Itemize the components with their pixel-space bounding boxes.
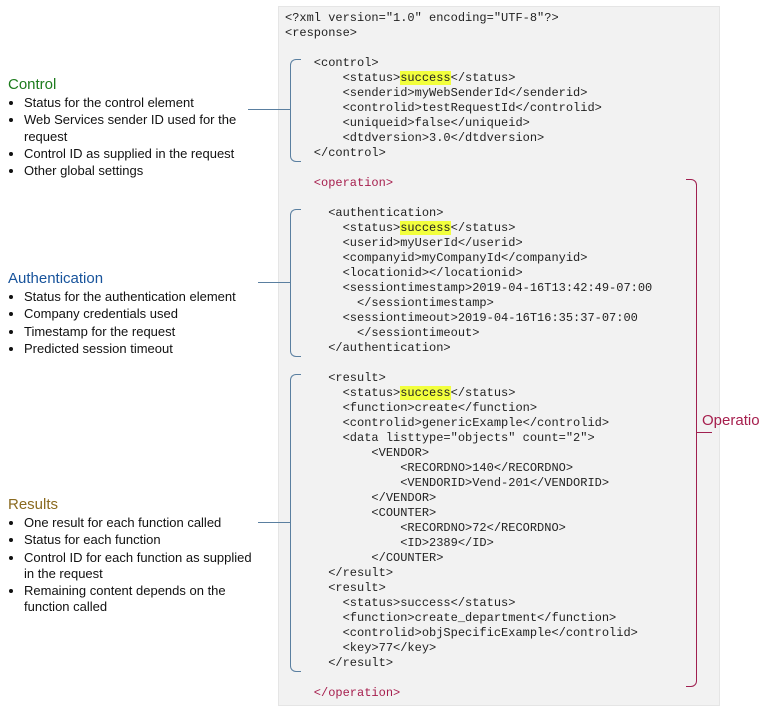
code-line: </status> (451, 71, 516, 85)
annotation-control: Control Status for the control element W… (8, 76, 258, 180)
code-line: <COUNTER> (285, 506, 436, 520)
diagram-stage: Control Status for the control element W… (0, 0, 760, 715)
code-line: <sessiontimeout>2019-04-16T16:35:37-07:0… (285, 311, 638, 325)
operation-label: Operation (702, 412, 760, 429)
code-line: </authentication> (285, 341, 451, 355)
highlight-success: success (400, 386, 450, 400)
annotation-item: Status for each function (24, 532, 258, 548)
highlight-success: success (400, 71, 450, 85)
bracket-results (290, 374, 301, 672)
annotation-item: Other global settings (24, 163, 258, 179)
code-line: <data listtype="objects" count="2"> (285, 431, 595, 445)
annotation-item: Timestamp for the request (24, 324, 258, 340)
annotation-item: Remaining content depends on the functio… (24, 583, 258, 616)
code-line: <status> (285, 71, 400, 85)
bracket-authentication (290, 209, 301, 357)
code-line: </status> (451, 221, 516, 235)
annotation-control-title: Control (8, 76, 258, 93)
code-line: </status> (451, 386, 516, 400)
code-line: </sessiontimestamp> (285, 296, 494, 310)
code-line: </result> (285, 656, 393, 670)
annotation-item: Control ID as supplied in the request (24, 146, 258, 162)
annotation-results-list: One result for each function called Stat… (8, 515, 258, 616)
code-line: </sessiontimeout> (285, 326, 479, 340)
code-line: <VENDORID>Vend-201</VENDORID> (285, 476, 609, 490)
code-line: </COUNTER> (285, 551, 443, 565)
code-line: <sessiontimestamp>2019-04-16T13:42:49-07… (285, 281, 652, 295)
annotation-item: Web Services sender ID used for the requ… (24, 112, 258, 145)
annotation-item: Predicted session timeout (24, 341, 258, 357)
annotation-results: Results One result for each function cal… (8, 496, 258, 617)
code-line: <?xml version="1.0" encoding="UTF-8"?> (285, 11, 559, 25)
code-line: <function>create_department</function> (285, 611, 616, 625)
code-line: <dtdversion>3.0</dtdversion> (285, 131, 544, 145)
code-line: <controlid>testRequestId</controlid> (285, 101, 602, 115)
annotation-item: Status for the control element (24, 95, 258, 111)
annotation-item: Control ID for each function as supplied… (24, 550, 258, 583)
connector-authentication (258, 282, 290, 283)
code-line: <companyid>myCompanyId</companyid> (285, 251, 587, 265)
code-line: <status>success</status> (285, 596, 515, 610)
code-line: <controlid>genericExample</controlid> (285, 416, 609, 430)
code-line: <locationid></locationid> (285, 266, 523, 280)
code-line: <RECORDNO>72</RECORDNO> (285, 521, 566, 535)
connector-operation (696, 432, 712, 433)
code-line: </VENDOR> (285, 491, 436, 505)
code-line: <status> (285, 386, 400, 400)
code-line: <senderid>myWebSenderId</senderid> (285, 86, 587, 100)
connector-results (258, 522, 290, 523)
code-operation-close: </operation> (285, 686, 400, 700)
annotation-auth-title: Authentication (8, 270, 258, 287)
annotation-results-title: Results (8, 496, 258, 513)
xml-code-block: <?xml version="1.0" encoding="UTF-8"?> <… (278, 6, 720, 706)
annotation-item: Status for the authentication element (24, 289, 258, 305)
code-line: <response> (285, 26, 357, 40)
highlight-success: success (400, 221, 450, 235)
code-line: <authentication> (285, 206, 443, 220)
bracket-control (290, 59, 301, 162)
code-line: <ID>2389</ID> (285, 536, 494, 550)
annotation-control-list: Status for the control element Web Servi… (8, 95, 258, 179)
annotation-authentication: Authentication Status for the authentica… (8, 270, 258, 358)
code-line: </result> (285, 566, 393, 580)
code-line: <VENDOR> (285, 446, 429, 460)
code-line: <key>77</key> (285, 641, 436, 655)
code-line: <RECORDNO>140</RECORDNO> (285, 461, 573, 475)
connector-control (248, 109, 290, 110)
code-operation-open: <operation> (285, 176, 393, 190)
code-line: <function>create</function> (285, 401, 537, 415)
code-line: <uniqueid>false</uniqueid> (285, 116, 530, 130)
annotation-item: One result for each function called (24, 515, 258, 531)
bracket-operation (686, 179, 697, 687)
annotation-auth-list: Status for the authentication element Co… (8, 289, 258, 357)
annotation-item: Company credentials used (24, 306, 258, 322)
code-line: <status> (285, 221, 400, 235)
code-line: <controlid>objSpecificExample</controlid… (285, 626, 638, 640)
code-line: <userid>myUserId</userid> (285, 236, 523, 250)
